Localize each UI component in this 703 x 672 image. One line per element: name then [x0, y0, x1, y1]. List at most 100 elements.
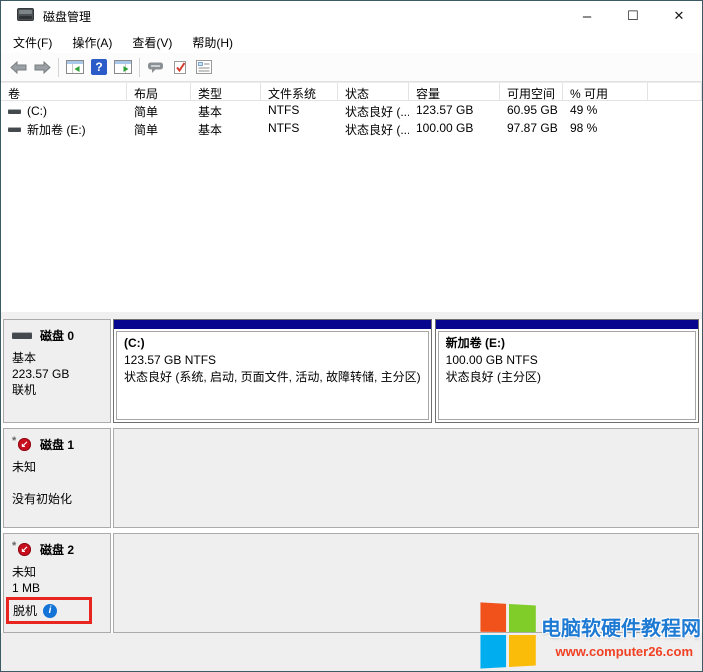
- unknown-disk-icon: *↙: [12, 543, 34, 557]
- titlebar: 磁盘管理 – ☐ ✕: [1, 1, 702, 31]
- partition-e[interactable]: 新加卷 (E:) 100.00 GB NTFS 状态良好 (主分区): [435, 319, 699, 423]
- volume-layout: 简单: [127, 119, 191, 137]
- disk1-name: 磁盘 1: [40, 436, 74, 453]
- volume-capacity: 123.57 GB: [409, 101, 500, 119]
- partition-color-bar: [114, 320, 431, 329]
- windows-logo-icon: [480, 602, 534, 669]
- action-pane-icon[interactable]: [111, 56, 135, 79]
- toolbar-separator: [58, 58, 59, 77]
- minimize-button[interactable]: –: [564, 1, 610, 31]
- volume-list-header: 卷 布局 类型 文件系统 状态 容量 可用空间 % 可用: [1, 83, 702, 101]
- properties-icon[interactable]: [192, 56, 216, 79]
- column-header-layout[interactable]: 布局: [127, 83, 191, 101]
- volume-name: 新加卷 (E:): [27, 121, 86, 138]
- volume-free: 60.95 GB: [500, 101, 563, 119]
- menu-file[interactable]: 文件(F): [3, 31, 62, 54]
- menu-action[interactable]: 操作(A): [62, 31, 122, 54]
- volume-filesystem: NTFS: [261, 119, 338, 137]
- disk-row-1: *↙ 磁盘 1 未知 没有初始化: [3, 428, 699, 528]
- disk1-empty-region[interactable]: [113, 428, 699, 528]
- watermark: 电脑软硬件教程网 www.computer26.com: [481, 604, 701, 668]
- popup-menu-icon[interactable]: [144, 56, 168, 79]
- disk1-graph: [113, 428, 699, 528]
- app-icon: [17, 8, 34, 24]
- partition-c-body: (C:) 123.57 GB NTFS 状态良好 (系统, 启动, 页面文件, …: [116, 331, 429, 420]
- menubar: 文件(F) 操作(A) 查看(V) 帮助(H): [1, 31, 702, 53]
- disk0-size: 223.57 GB: [12, 367, 105, 382]
- disk-graphical-pane: 磁盘 0 基本 223.57 GB 联机 (C:) 123.57 GB NTFS…: [1, 319, 702, 633]
- volume-row-c[interactable]: (C:) 简单 基本 NTFS 状态良好 (... 123.57 GB 60.9…: [1, 101, 702, 119]
- disk0-name: 磁盘 0: [40, 327, 74, 344]
- volume-pct: 49 %: [563, 101, 648, 119]
- info-icon[interactable]: i: [43, 604, 57, 618]
- partition-color-bar: [436, 320, 698, 329]
- column-header-free[interactable]: 可用空间: [500, 83, 563, 101]
- disk1-status: 没有初始化: [12, 492, 105, 507]
- disk1-size: [12, 476, 105, 491]
- disk1-type: 未知: [12, 460, 105, 475]
- volume-status: 状态良好 (...: [338, 101, 409, 119]
- disk-row-0: 磁盘 0 基本 223.57 GB 联机 (C:) 123.57 GB NTFS…: [3, 319, 699, 423]
- watermark-site-name: 电脑软硬件教程网: [541, 612, 701, 641]
- column-header-volume[interactable]: 卷: [1, 83, 127, 101]
- partition-status: 状态良好 (主分区): [446, 369, 688, 386]
- column-header-capacity[interactable]: 容量: [409, 83, 500, 101]
- volume-name-cell[interactable]: (C:): [1, 101, 127, 119]
- check-document-icon[interactable]: [168, 56, 192, 79]
- disk0-status: 联机: [12, 383, 105, 398]
- menu-view[interactable]: 查看(V): [122, 31, 182, 54]
- unknown-disk-icon: *↙: [12, 438, 34, 452]
- column-header-empty: [648, 83, 702, 101]
- volume-list-pane: 卷 布局 类型 文件系统 状态 容量 可用空间 % 可用 (C:) 简单 基本 …: [1, 82, 702, 313]
- volume-row-e[interactable]: 新加卷 (E:) 简单 基本 NTFS 状态良好 (... 100.00 GB …: [1, 119, 702, 137]
- disk0-graph: (C:) 123.57 GB NTFS 状态良好 (系统, 启动, 页面文件, …: [113, 319, 699, 423]
- close-button[interactable]: ✕: [656, 1, 702, 31]
- disk-management-window: 磁盘管理 – ☐ ✕ 文件(F) 操作(A) 查看(V) 帮助(H): [0, 0, 703, 672]
- windows-logo-square-yellow: [509, 635, 536, 667]
- disk2-label-panel[interactable]: *↙ 磁盘 2 未知 1 MB 脱机 i: [3, 533, 111, 633]
- disk0-label-panel[interactable]: 磁盘 0 基本 223.57 GB 联机: [3, 319, 111, 423]
- console-tree-icon[interactable]: [63, 56, 87, 79]
- partition-name: 新加卷 (E:): [446, 335, 688, 352]
- pane-splitter[interactable]: [1, 312, 702, 319]
- volume-icon: [8, 109, 21, 114]
- volume-pct: 98 %: [563, 119, 648, 137]
- watermark-url: www.computer26.com: [556, 644, 694, 659]
- volume-type: 基本: [191, 101, 261, 119]
- volume-layout: 简单: [127, 101, 191, 119]
- menu-help[interactable]: 帮助(H): [182, 31, 243, 54]
- volume-name: (C:): [27, 104, 47, 118]
- column-header-pct[interactable]: % 可用: [563, 83, 648, 101]
- disk0-type: 基本: [12, 351, 105, 366]
- disk-drive-icon: [12, 332, 32, 339]
- partition-e-body: 新加卷 (E:) 100.00 GB NTFS 状态良好 (主分区): [438, 331, 696, 420]
- partition-name: (C:): [124, 335, 421, 352]
- window-title: 磁盘管理: [43, 8, 91, 25]
- volume-type: 基本: [191, 119, 261, 137]
- volume-icon: [8, 127, 21, 132]
- volume-filesystem: NTFS: [261, 101, 338, 119]
- disk2-name: 磁盘 2: [40, 541, 74, 558]
- partition-c[interactable]: (C:) 123.57 GB NTFS 状态良好 (系统, 启动, 页面文件, …: [113, 319, 432, 423]
- column-header-filesystem[interactable]: 文件系统: [261, 83, 338, 101]
- disk2-type: 未知: [12, 565, 105, 580]
- column-header-type[interactable]: 类型: [191, 83, 261, 101]
- windows-logo-square-orange: [480, 602, 506, 632]
- partition-size: 123.57 GB NTFS: [124, 352, 421, 369]
- disk1-label-panel[interactable]: *↙ 磁盘 1 未知 没有初始化: [3, 428, 111, 528]
- toolbar: ?: [1, 53, 702, 82]
- volume-capacity: 100.00 GB: [409, 119, 500, 137]
- offline-highlight-annotation: 脱机 i: [6, 597, 92, 624]
- help-icon[interactable]: ?: [87, 56, 111, 79]
- volume-status: 状态良好 (...: [338, 119, 409, 137]
- watermark-text: 电脑软硬件教程网 www.computer26.com: [541, 612, 701, 661]
- volume-name-cell[interactable]: 新加卷 (E:): [1, 119, 127, 137]
- maximize-button[interactable]: ☐: [610, 1, 656, 31]
- toolbar-separator: [139, 58, 140, 77]
- forward-arrow-icon[interactable]: [30, 56, 54, 79]
- back-arrow-icon[interactable]: [6, 56, 30, 79]
- windows-logo-square-green: [509, 604, 536, 632]
- disk2-status: 脱机: [13, 602, 37, 619]
- column-header-status[interactable]: 状态: [338, 83, 409, 101]
- volume-free: 97.87 GB: [500, 119, 563, 137]
